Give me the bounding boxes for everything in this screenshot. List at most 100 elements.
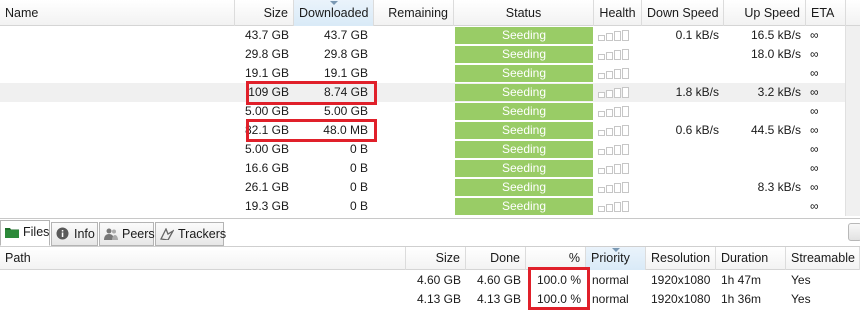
status-badge: Seeding (455, 46, 593, 63)
torrent-row[interactable]: 26.1 GB 0 B Seeding 8.3 kB/s ∞ (0, 178, 860, 197)
file-row[interactable]: 4.60 GB 4.60 GB 100.0 % normal 1920x1080… (0, 271, 860, 290)
torrent-name (6, 121, 231, 140)
status-badge: Seeding (455, 122, 593, 139)
torrent-size: 29.8 GB (244, 47, 289, 61)
torrent-down-speed: 0.6 kB/s (675, 123, 719, 137)
torrent-row[interactable]: 109 GB 8.74 GB Seeding 1.8 kB/s 3.2 kB/s ∞ (0, 83, 860, 102)
torrent-up-speed (724, 102, 801, 121)
file-size: 4.13 GB (416, 292, 461, 306)
torrent-list-scrollbar[interactable] (845, 26, 860, 216)
torrent-eta: ∞ (810, 161, 819, 175)
torrent-downloaded: 0 B (349, 161, 368, 175)
torrent-up-speed: 16.5 kB/s (750, 28, 801, 42)
column-header-eta[interactable]: ETA (806, 0, 846, 26)
health-bars-icon (598, 144, 630, 155)
torrent-size: 43.7 GB (244, 28, 289, 42)
tab-trackers-label: Trackers (178, 227, 227, 241)
file-priority[interactable]: normal (592, 271, 646, 290)
file-resolution: 1920x1080 (651, 273, 711, 287)
status-badge: Seeding (455, 160, 593, 177)
file-done: 4.13 GB (476, 292, 521, 306)
torrent-up-speed (724, 140, 801, 159)
tab-peers-label: Peers (122, 227, 155, 241)
detail-tab-bar: Files Info Peers Trackers (0, 218, 860, 246)
column-header-path[interactable]: Path (0, 247, 406, 270)
torrent-name (6, 26, 231, 45)
tab-info-label: Info (74, 227, 95, 241)
column-header-down-speed[interactable]: Down Speed (642, 0, 724, 26)
torrent-remaining (374, 159, 448, 178)
torrent-row[interactable]: 82.1 GB 48.0 MB Seeding 0.6 kB/s 44.5 kB/s ∞ (0, 121, 860, 140)
torrent-eta: ∞ (810, 85, 819, 99)
folder-icon (5, 223, 19, 238)
column-header-status[interactable]: Status (454, 0, 594, 26)
torrent-remaining (374, 102, 448, 121)
column-header-done[interactable]: Done (466, 247, 526, 270)
column-header-size[interactable]: Size (235, 0, 294, 26)
health-bars-icon (598, 125, 630, 136)
torrent-eta: ∞ (810, 66, 819, 80)
column-header-downloaded[interactable]: Downloaded (294, 0, 374, 26)
column-header-priority[interactable]: Priority (586, 247, 646, 270)
torrent-down-speed (642, 159, 719, 178)
torrent-down-speed: 1.8 kB/s (675, 85, 719, 99)
torrent-name (6, 140, 231, 159)
health-bars-icon (598, 49, 630, 60)
torrent-up-speed (724, 64, 801, 83)
column-header-resolution[interactable]: Resolution (646, 247, 716, 270)
sort-arrow-icon (329, 1, 338, 5)
torrent-up-speed (724, 159, 801, 178)
peers-icon (104, 225, 118, 240)
tab-files[interactable]: Files (0, 220, 50, 246)
torrent-remaining (374, 121, 448, 140)
torrent-size: 19.3 GB (244, 199, 289, 213)
column-header-remaining[interactable]: Remaining (374, 0, 454, 26)
status-badge: Seeding (455, 84, 593, 101)
torrent-row[interactable]: 5.00 GB 5.00 GB Seeding ∞ (0, 102, 860, 121)
column-header-file-size[interactable]: Size (406, 247, 466, 270)
health-bars-icon (598, 201, 630, 212)
health-bars-icon (598, 30, 630, 41)
torrent-name (6, 197, 231, 216)
torrent-eta: ∞ (810, 199, 819, 213)
tab-trackers[interactable]: Trackers (155, 222, 227, 246)
torrent-remaining (374, 197, 448, 216)
torrent-table-header: Name Size Downloaded Remaining Status He… (0, 0, 860, 26)
torrent-row[interactable]: 43.7 GB 43.7 GB Seeding 0.1 kB/s 16.5 kB/s ∞ (0, 26, 860, 45)
health-bars-icon (598, 87, 630, 98)
info-icon (56, 225, 70, 240)
torrent-row[interactable]: 19.1 GB 19.1 GB Seeding ∞ (0, 64, 860, 83)
torrent-size: 5.00 GB (244, 142, 289, 156)
file-duration: 1h 47m (721, 273, 762, 287)
torrent-row[interactable]: 16.6 GB 0 B Seeding ∞ (0, 159, 860, 178)
file-row[interactable]: 4.13 GB 4.13 GB 100.0 % normal 1920x1080… (0, 290, 860, 309)
column-header-name[interactable]: Name (0, 0, 235, 26)
column-header-duration[interactable]: Duration (716, 247, 786, 270)
tab-info[interactable]: Info (51, 222, 98, 246)
file-priority[interactable]: normal (592, 290, 646, 309)
file-resolution: 1920x1080 (651, 292, 711, 306)
column-header-up-speed[interactable]: Up Speed (724, 0, 806, 26)
torrent-row[interactable]: 5.00 GB 0 B Seeding ∞ (0, 140, 860, 159)
torrent-up-speed: 44.5 kB/s (750, 123, 801, 137)
highlight-box (528, 267, 590, 310)
torrent-row[interactable]: 19.3 GB 0 B Seeding ∞ (0, 197, 860, 216)
column-header-priority-label: Priority (591, 251, 630, 265)
health-bars-icon (598, 106, 630, 117)
torrent-eta: ∞ (810, 28, 819, 42)
column-header-health[interactable]: Health (594, 0, 642, 26)
torrent-down-speed (642, 64, 719, 83)
torrent-name (6, 102, 231, 121)
status-badge: Seeding (455, 179, 593, 196)
sort-arrow-icon (611, 248, 620, 252)
torrent-row[interactable]: 29.8 GB 29.8 GB Seeding 18.0 kB/s ∞ (0, 45, 860, 64)
tab-peers[interactable]: Peers (99, 222, 155, 246)
tab-scroll-button[interactable] (848, 223, 860, 241)
torrent-name (6, 159, 231, 178)
status-badge: Seeding (455, 198, 593, 215)
torrent-remaining (374, 26, 448, 45)
torrent-name (6, 178, 231, 197)
torrent-downloaded: 0 B (349, 199, 368, 213)
status-badge: Seeding (455, 27, 593, 44)
column-header-streamable[interactable]: Streamable (786, 247, 860, 270)
